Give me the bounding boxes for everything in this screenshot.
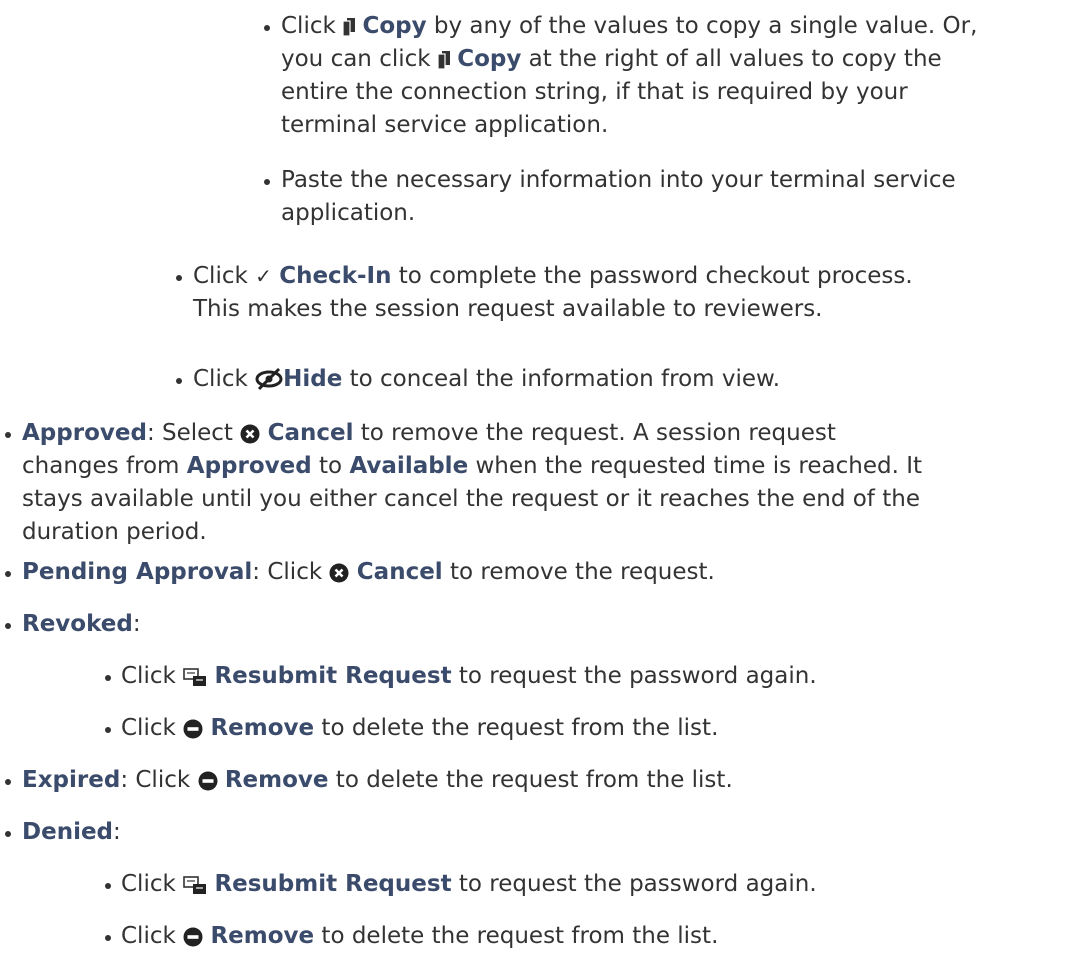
copy-icon bbox=[437, 50, 450, 70]
remove-label: Remove bbox=[210, 923, 315, 949]
checkin-label: Check-In bbox=[279, 263, 392, 289]
list-bullet bbox=[5, 831, 11, 837]
list-bullet bbox=[5, 432, 11, 438]
resubmit-label: Resubmit Request bbox=[214, 663, 452, 689]
paste-instruction: Paste the necessary information into you… bbox=[281, 167, 956, 226]
revoked-status: Revoked: bbox=[22, 611, 141, 637]
list-bullet bbox=[105, 935, 111, 941]
cancel-icon bbox=[329, 563, 349, 582]
list-bullet bbox=[176, 378, 182, 384]
remove-label: Remove bbox=[210, 715, 315, 741]
denied-status: Denied: bbox=[22, 819, 121, 845]
cancel-label: Cancel bbox=[356, 559, 443, 585]
resubmit-icon bbox=[183, 667, 207, 686]
status-term: Denied bbox=[22, 819, 114, 845]
denied-resubmit: Click Resubmit Request to request the pa… bbox=[121, 871, 817, 897]
list-bullet bbox=[105, 883, 111, 889]
cancel-label: Cancel bbox=[267, 420, 354, 446]
revoked-resubmit: Click Resubmit Request to request the pa… bbox=[121, 663, 817, 689]
status-term: Expired bbox=[22, 767, 121, 793]
pending-status: Pending Approval: Click Cancel to remove… bbox=[22, 559, 715, 585]
status-term: Pending Approval bbox=[22, 559, 253, 585]
status-term: Approved bbox=[22, 420, 147, 446]
remove-label: Remove bbox=[224, 767, 329, 793]
remove-icon bbox=[183, 927, 203, 946]
hide-instruction: Click Hide to conceal the information fr… bbox=[193, 366, 781, 392]
list-bullet bbox=[5, 571, 11, 577]
list-bullet bbox=[264, 179, 270, 185]
copy-icon bbox=[342, 17, 356, 37]
cancel-icon bbox=[240, 424, 260, 443]
remove-icon bbox=[198, 771, 217, 790]
copy-instruction: Click Copy by any of the values to copy … bbox=[281, 13, 978, 138]
status-term: Revoked bbox=[22, 611, 133, 637]
approved-status: Approved: Select Cancel to remove the re… bbox=[22, 420, 923, 545]
list-bullet bbox=[5, 779, 11, 785]
list-bullet bbox=[105, 675, 111, 681]
list-bullet bbox=[176, 275, 182, 281]
list-bullet bbox=[5, 623, 11, 629]
list-bullet bbox=[105, 727, 111, 733]
resubmit-icon bbox=[183, 875, 207, 894]
checkmark-icon: ✓ bbox=[255, 264, 272, 288]
list-bullet bbox=[264, 25, 270, 31]
hide-label: Hide bbox=[283, 366, 343, 392]
resubmit-label: Resubmit Request bbox=[214, 871, 452, 897]
revoked-remove: Click Remove to delete the request from … bbox=[121, 715, 719, 741]
checkin-instruction: Click ✓ Check-In to complete the passwor… bbox=[193, 263, 913, 322]
copy-label: Copy bbox=[457, 46, 522, 72]
eye-slash-icon bbox=[255, 367, 283, 391]
remove-icon bbox=[183, 719, 203, 738]
denied-remove: Click Remove to delete the request from … bbox=[121, 923, 719, 949]
copy-label: Copy bbox=[362, 13, 427, 39]
expired-status: Expired: Click Remove to delete the requ… bbox=[22, 767, 733, 793]
